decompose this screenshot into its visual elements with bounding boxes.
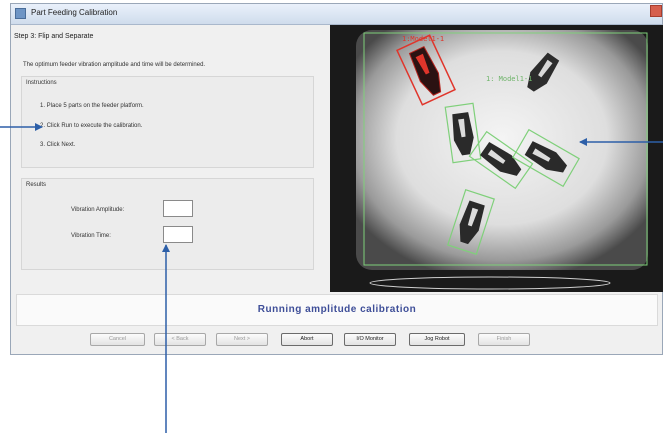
step-description: The optimum feeder vibration amplitude a… [23,62,206,68]
instruction-step-1: 1. Place 5 parts on the feeder platform. [40,103,144,109]
vibration-amplitude-field [163,200,193,217]
camera-image: 1:Model1-1 1: Model1-1 [330,25,663,292]
finish-button[interactable]: Finish [478,333,530,346]
vibration-time-label: Vibration Time: [71,233,111,239]
cancel-button[interactable]: Cancel [90,333,145,346]
next-button[interactable]: Next > [216,333,268,346]
wizard-left-pane: Step 3: Flip and Separate The optimum fe… [11,25,329,290]
jog-robot-button[interactable]: Jog Robot [409,333,465,346]
step-title: Step 3: Flip and Separate [14,33,94,40]
results-group: Results Vibration Amplitude: Vibration T… [21,178,314,270]
io-monitor-button[interactable]: I/O Monitor [344,333,396,346]
part-label: 1: Model1-1 [486,75,532,83]
vibration-time-field [163,226,193,243]
close-icon[interactable] [650,5,662,17]
back-button[interactable]: < Back [154,333,206,346]
calibration-window: Part Feeding Calibration Step 3: Flip an… [10,3,663,355]
window-title: Part Feeding Calibration [31,8,118,17]
status-bar: Running amplitude calibration [16,294,658,326]
instructions-group: Instructions 1. Place 5 parts on the fee… [21,76,314,168]
camera-view: 1:Model1-1 1: Model1-1 [330,25,663,292]
vibration-amplitude-label: Vibration Amplitude: [71,207,125,213]
instruction-step-2: 2. Click Run to execute the calibration. [40,123,143,129]
instructions-label: Instructions [26,80,57,86]
abort-button[interactable]: Abort [281,333,333,346]
title-bar[interactable]: Part Feeding Calibration [11,4,662,25]
instruction-step-3: 3. Click Next. [40,142,76,148]
results-label: Results [26,182,47,188]
rejected-part-label: 1:Model1-1 [402,35,444,43]
status-message: Running amplitude calibration [257,304,417,315]
app-icon [15,8,26,19]
